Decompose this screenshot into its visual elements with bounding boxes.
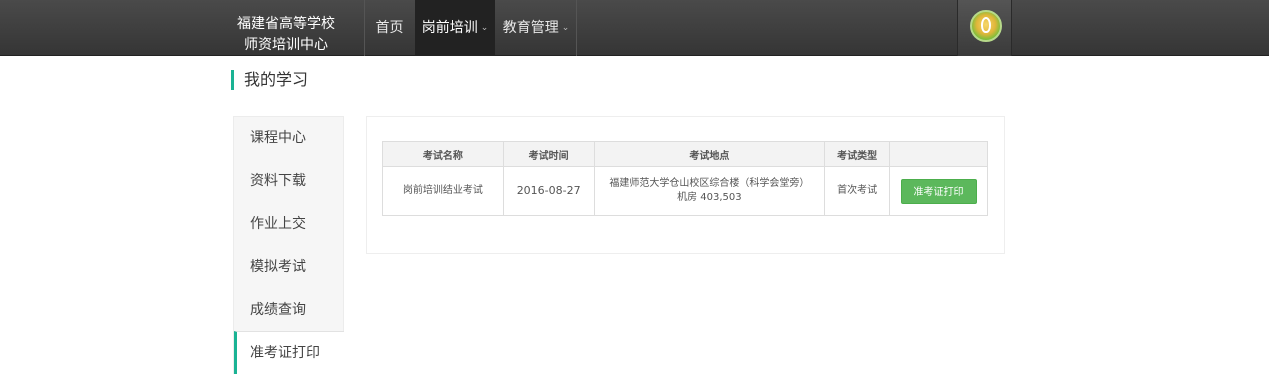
nav-divider — [576, 0, 577, 56]
nav-home[interactable]: 首页 — [365, 0, 414, 56]
sidebar-item-mock-exam[interactable]: 模拟考试 — [234, 246, 344, 289]
sidebar-item-downloads[interactable]: 资料下载 — [234, 160, 344, 203]
title-accent-bar — [231, 70, 234, 90]
sidebar-item-admission-ticket[interactable]: 准考证打印 — [234, 331, 344, 374]
chevron-down-icon: ⌄ — [561, 23, 570, 33]
column-header-type: 考试类型 — [824, 141, 891, 167]
user-menu[interactable] — [957, 0, 1012, 56]
top-navbar: 福建省高等学校 师资培训中心 首页 岗前培训 ⌄ 教育管理 ⌄ — [0, 0, 1269, 56]
exam-location-line-1: 福建师范大学仓山校区综合楼（科学会堂旁） — [609, 178, 810, 189]
user-silhouette-icon — [981, 17, 991, 33]
column-header-action — [889, 141, 988, 167]
column-header-location: 考试地点 — [593, 141, 826, 167]
brand-line-1: 福建省高等学校 — [237, 16, 335, 32]
exam-name-cell: 岗前培训结业考试 — [382, 166, 504, 216]
exam-location-cell: 福建师范大学仓山校区综合楼（科学会堂旁） 机房 403,503 — [593, 166, 826, 216]
exam-action-cell: 准考证打印 — [889, 166, 988, 216]
print-ticket-button[interactable]: 准考证打印 — [900, 178, 977, 204]
page-title: 我的学习 — [244, 70, 309, 89]
brand-line-2: 师资培训中心 — [244, 37, 328, 53]
nav-education-label: 教育管理 — [502, 20, 559, 36]
table-header-row: 考试名称 考试时间 考试地点 考试类型 — [382, 141, 988, 167]
exam-type-cell: 首次考试 — [824, 166, 891, 216]
content-panel: 考试名称 考试时间 考试地点 考试类型 岗前培训结业考试 2016-08-27 … — [366, 116, 1005, 254]
exam-location-line-2: 机房 403,503 — [677, 192, 742, 203]
nav-training[interactable]: 岗前培训 ⌄ — [415, 0, 495, 56]
sidebar-item-homework[interactable]: 作业上交 — [234, 203, 344, 246]
avatar[interactable] — [970, 10, 1002, 42]
nav-home-label: 首页 — [375, 20, 404, 36]
sidebar-item-grades[interactable]: 成绩查询 — [234, 289, 344, 332]
sidebar-item-courses[interactable]: 课程中心 — [234, 117, 344, 160]
exam-table: 考试名称 考试时间 考试地点 考试类型 岗前培训结业考试 2016-08-27 … — [382, 141, 988, 216]
nav-education[interactable]: 教育管理 ⌄ — [496, 0, 576, 56]
nav-training-label: 岗前培训 — [421, 20, 478, 36]
column-header-name: 考试名称 — [382, 141, 504, 167]
table-row: 岗前培训结业考试 2016-08-27 福建师范大学仓山校区综合楼（科学会堂旁）… — [382, 166, 988, 216]
site-brand[interactable]: 福建省高等学校 师资培训中心 — [226, 14, 346, 56]
side-menu: 课程中心 资料下载 作业上交 模拟考试 成绩查询 准考证打印 — [233, 116, 344, 374]
column-header-time: 考试时间 — [502, 141, 595, 167]
exam-date-cell: 2016-08-27 — [502, 166, 595, 216]
chevron-down-icon: ⌄ — [480, 23, 489, 33]
